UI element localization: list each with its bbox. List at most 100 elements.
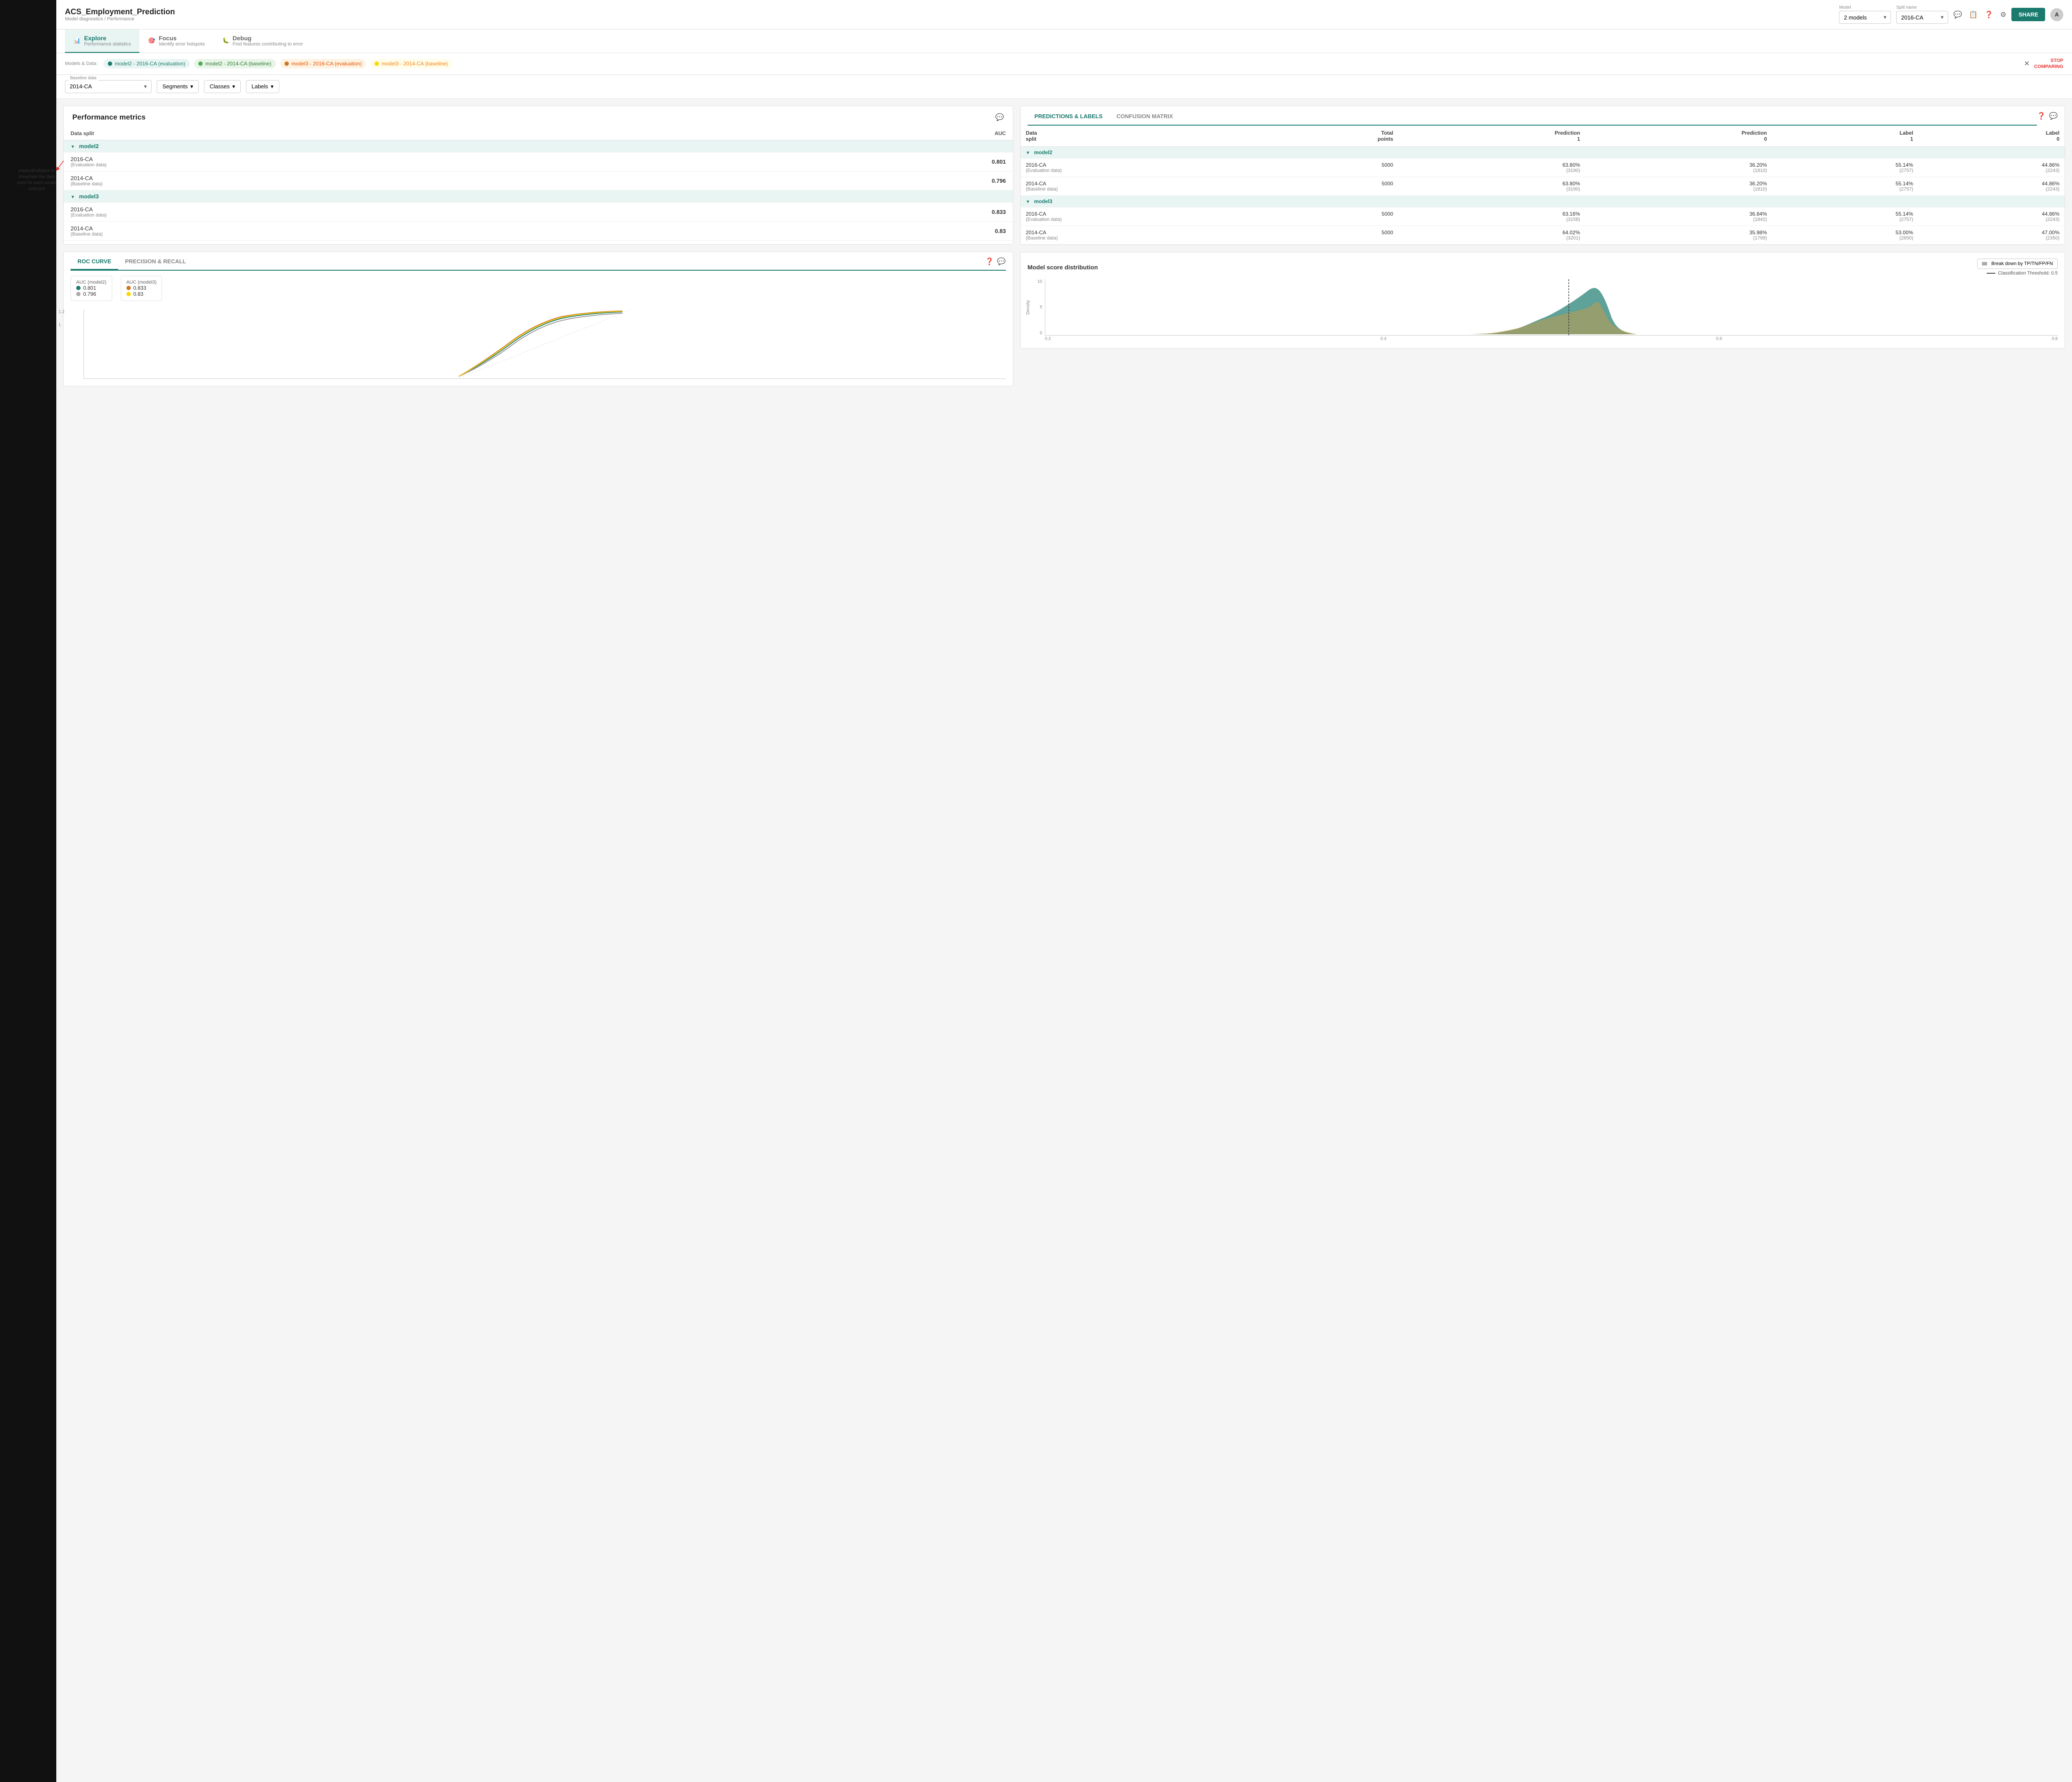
model-tag-m2-base[interactable]: model2 - 2014-CA (baseline) bbox=[194, 59, 276, 68]
pred-comment-icon[interactable]: 💬 bbox=[2049, 112, 2058, 120]
pred-m2-2014-pred1: 63.80% (3190) bbox=[1398, 177, 1585, 195]
roc-legend: AUC (model2) 0.801 0.796 AUC (mode bbox=[64, 271, 1013, 306]
model-dropdown-control: Model 2 models ▾ bbox=[1839, 5, 1891, 24]
pred-model3-label: ▼ model3 bbox=[1021, 195, 2065, 207]
distribution-card: Model score distribution Break down by T… bbox=[1020, 252, 2065, 349]
dot-m2-base bbox=[198, 61, 203, 66]
panels-row: expand/collapse to show/hide the data us… bbox=[56, 99, 2072, 1782]
breakdown-button[interactable]: Break down by TP/TN/FP/FN bbox=[1977, 259, 2058, 269]
performance-table: Data split AUC ▼ model2 bbox=[64, 127, 1013, 241]
dist-y-val-0: 0 bbox=[1040, 331, 1042, 336]
share-button[interactable]: SHARE bbox=[2011, 8, 2045, 21]
split-dropdown-control: Split name 2016-CA ▾ bbox=[1896, 5, 1948, 24]
m2-base-label: model2 - 2014-CA (baseline) bbox=[205, 61, 272, 67]
model-label: Model bbox=[1839, 5, 1891, 10]
tab-focus[interactable]: 🎯 Focus Identify error hotspots bbox=[139, 29, 213, 53]
model-dropdown[interactable]: 2 models ▾ bbox=[1839, 11, 1891, 24]
pred-m2-2014-lbl0: 44.86% (2243) bbox=[1918, 177, 2065, 195]
model2-row-2016: 2016-CA (Evaluation data) 0.801 bbox=[64, 152, 1013, 171]
baseline-label: Baseline data bbox=[68, 76, 98, 81]
tab-predictions-labels[interactable]: PREDICTIONS & LABELS bbox=[1028, 108, 1109, 126]
pred-m3-2014-row: 2014-CA (Baseline data) 5000 64.02% (320… bbox=[1021, 226, 2065, 244]
app-title: ACS_Employment_Prediction bbox=[65, 7, 175, 16]
roc-help-icon[interactable]: ❓ bbox=[985, 257, 994, 266]
m3-2016-split: 2016-CA (Evaluation data) bbox=[64, 202, 672, 221]
model3-row-2014: 2014-CA (Baseline data) 0.83 bbox=[64, 221, 1013, 240]
debug-label: Debug bbox=[233, 35, 303, 42]
pred-m3-2014-split: 2014-CA (Baseline data) bbox=[1021, 226, 1263, 244]
pred-m2-2016-pred0: 36.20% (1810) bbox=[1585, 158, 1772, 177]
explore-icon: 📊 bbox=[74, 37, 81, 44]
pred-tabs: PREDICTIONS & LABELS CONFUSION MATRIX bbox=[1028, 108, 2033, 125]
legend-m3-val2: 0.83 bbox=[133, 291, 143, 297]
close-models-button[interactable]: ✕ bbox=[2024, 59, 2030, 68]
legend-dot-m3-1 bbox=[126, 286, 131, 290]
legend-m2-item1: 0.801 bbox=[76, 285, 107, 291]
baseline-dropdown[interactable]: 2014-CA ▾ bbox=[65, 80, 152, 93]
pred-m2-2016-lbl0: 44.86% (2243) bbox=[1918, 158, 2065, 177]
split-label: Split name bbox=[1896, 5, 1948, 10]
avatar[interactable]: A bbox=[2050, 8, 2063, 21]
classes-arrow: ▾ bbox=[232, 83, 235, 90]
model2-header-cell: ▼ model2 bbox=[64, 140, 1013, 152]
pred-model3-header[interactable]: ▼ model3 bbox=[1021, 195, 2065, 207]
baseline-dropdown-arrow: ▾ bbox=[144, 83, 147, 90]
model3-header-row[interactable]: ▼ model3 bbox=[64, 190, 1013, 202]
stop-comparing-btn[interactable]: STOPCOMPARING bbox=[2034, 58, 2063, 70]
labels-button[interactable]: Labels ▾ bbox=[246, 80, 279, 93]
comment-icon[interactable]: 💬 bbox=[996, 113, 1004, 122]
roc-curve-card: ROC CURVE PRECISION & RECALL ❓ 💬 bbox=[63, 252, 1013, 386]
model-tag-m3-base[interactable]: model3 - 2014-CA (baseline) bbox=[370, 59, 452, 68]
left-sidebar bbox=[0, 0, 56, 1782]
pred-help-icon[interactable]: ❓ bbox=[2037, 112, 2046, 120]
split-dropdown[interactable]: 2016-CA ▾ bbox=[1896, 11, 1948, 24]
legend-m3-item1: 0.833 bbox=[126, 285, 157, 291]
pred-model2-header[interactable]: ▼ model2 bbox=[1021, 146, 2065, 158]
roc-curve-tab[interactable]: ROC CURVE bbox=[71, 254, 118, 270]
precision-recall-tab[interactable]: PRECISION & RECALL bbox=[118, 254, 193, 270]
predictions-table-wrap: Datasplit Totalpoints Prediction1 Predic… bbox=[1021, 126, 2065, 245]
nav-tabs: 📊 Explore Performance statistics 🎯 Focus… bbox=[56, 29, 2072, 53]
annotation: expand/collapse to show/hide the data us… bbox=[16, 168, 57, 192]
segments-label: Segments bbox=[162, 83, 188, 90]
left-panel: expand/collapse to show/hide the data us… bbox=[63, 106, 1013, 1775]
m2-eval-label: model2 - 2016-CA (evaluation) bbox=[115, 61, 185, 67]
explore-label: Explore bbox=[84, 35, 131, 42]
tab-explore[interactable]: 📊 Explore Performance statistics bbox=[65, 29, 139, 53]
pred-m2-2016-pred1: 63.80% (3190) bbox=[1398, 158, 1585, 177]
model-tag-m3-eval[interactable]: model3 - 2016-CA (evaluation) bbox=[280, 59, 366, 68]
pred-m2-2016-row: 2016-CA (Evaluation data) 5000 63.80% (3… bbox=[1021, 158, 2065, 177]
settings-icon[interactable]: ⚙ bbox=[2000, 10, 2006, 19]
classes-button[interactable]: Classes ▾ bbox=[204, 80, 241, 93]
chat-icon[interactable]: 💬 bbox=[1953, 10, 1962, 19]
performance-metrics-card: expand/collapse to show/hide the data us… bbox=[63, 106, 1013, 245]
baseline-value: 2014-CA bbox=[70, 83, 92, 90]
model2-header-row[interactable]: ▼ model2 bbox=[64, 140, 1013, 152]
m2-2014-auc: 0.796 bbox=[672, 171, 1013, 190]
col-data-split: Data split bbox=[64, 127, 672, 140]
dist-x-val-1: 0.4 bbox=[1380, 336, 1387, 341]
pred-m3-2014-lbl1: 53.00% (2650) bbox=[1772, 226, 1919, 244]
collapse-icon-model2: ▼ bbox=[71, 145, 75, 149]
roc-chart-area: 1.2 1 bbox=[64, 306, 1013, 386]
legend-dot-m2-2 bbox=[76, 292, 81, 296]
predictions-table: Datasplit Totalpoints Prediction1 Predic… bbox=[1021, 126, 2065, 245]
roc-comment-icon[interactable]: 💬 bbox=[997, 257, 1006, 266]
roc-tabs: ROC CURVE PRECISION & RECALL bbox=[71, 254, 985, 270]
tab-confusion-matrix[interactable]: CONFUSION MATRIX bbox=[1109, 108, 1180, 126]
performance-metrics-header: Performance metrics 💬 bbox=[64, 106, 1013, 127]
performance-metrics-title: Performance metrics bbox=[72, 113, 145, 122]
copy-icon[interactable]: 📋 bbox=[1969, 10, 1978, 19]
segments-button[interactable]: Segments ▾ bbox=[157, 80, 199, 93]
app-subtitle: Model diagnostics / Performance bbox=[65, 16, 175, 22]
help-icon[interactable]: ❓ bbox=[1985, 10, 1993, 19]
tab-debug[interactable]: 🐛 Debug Find features contributing to er… bbox=[213, 29, 312, 53]
distribution-title: Model score distribution bbox=[1028, 264, 1098, 271]
models-data-bar: Models & Data: model2 - 2016-CA (evaluat… bbox=[56, 53, 2072, 75]
col-total-h: Totalpoints bbox=[1263, 126, 1398, 147]
focus-sub: Identify error hotspots bbox=[159, 42, 205, 47]
predictions-card: PREDICTIONS & LABELS CONFUSION MATRIX ❓ … bbox=[1020, 106, 2065, 245]
model-tag-m2-eval[interactable]: model2 - 2016-CA (evaluation) bbox=[103, 59, 190, 68]
debug-sub: Find features contributing to error bbox=[233, 42, 303, 47]
pred-m3-2016-pred0: 36.84% (1842) bbox=[1585, 207, 1772, 226]
